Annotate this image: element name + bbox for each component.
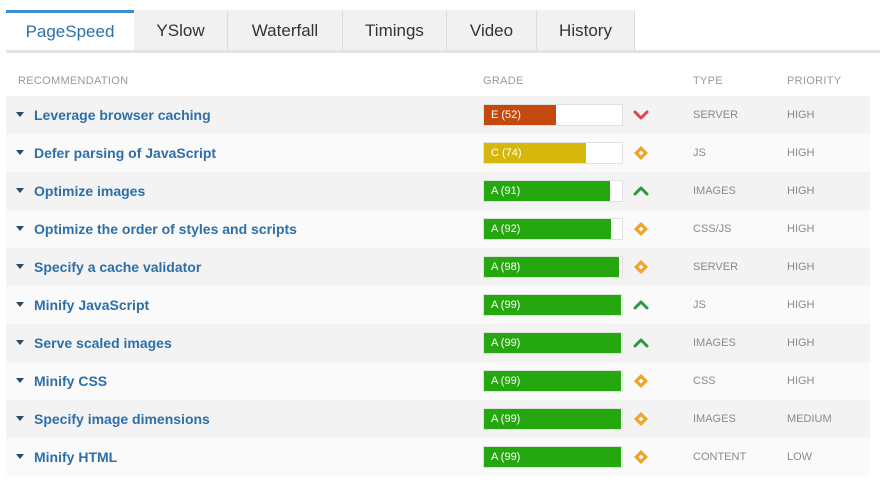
recommendation-link[interactable]: Optimize the order of styles and scripts: [34, 221, 297, 237]
tab-pagespeed[interactable]: PageSpeed: [6, 10, 134, 51]
diamond-icon: [633, 221, 649, 237]
type-label: CONTENT: [693, 451, 747, 463]
expand-caret-icon[interactable]: [16, 188, 24, 193]
table-row[interactable]: Serve scaled images A (99) IMAGES HIGH: [6, 324, 870, 362]
grade-bar-fill: E (52): [484, 105, 556, 125]
grade-bar: A (98): [483, 256, 623, 278]
expand-caret-icon[interactable]: [16, 150, 24, 155]
grade-bar-fill: A (98): [484, 257, 620, 277]
chevron-up-icon: [633, 183, 649, 199]
expand-caret-icon[interactable]: [16, 416, 24, 421]
grade-bar-fill: C (74): [484, 143, 587, 163]
grade-bar-fill: A (99): [484, 409, 621, 429]
chevron-up-icon: [633, 297, 649, 313]
column-header-type: TYPE: [693, 75, 723, 87]
priority-label: MEDIUM: [787, 413, 832, 425]
type-label: IMAGES: [693, 337, 736, 349]
type-label: JS: [693, 299, 706, 311]
recommendation-link[interactable]: Specify a cache validator: [34, 259, 201, 275]
type-label: IMAGES: [693, 413, 736, 425]
expand-caret-icon[interactable]: [16, 378, 24, 383]
type-label: SERVER: [693, 261, 739, 273]
column-header-recommendation: RECOMMENDATION: [18, 75, 129, 87]
table-row[interactable]: Defer parsing of JavaScript C (74) JS HIGH: [6, 134, 870, 172]
expand-caret-icon[interactable]: [16, 340, 24, 345]
table-header: RECOMMENDATION GRADE TYPE PRIORITY: [6, 71, 870, 93]
grade-bar: A (99): [483, 332, 623, 354]
grade-bar-fill: A (99): [484, 295, 621, 315]
expand-caret-icon[interactable]: [16, 454, 24, 459]
table-row[interactable]: Leverage browser caching E (52) SERVER HIGH: [6, 96, 870, 134]
tab-history[interactable]: History: [537, 10, 635, 51]
table-row[interactable]: Optimize images A (91) IMAGES HIGH: [6, 172, 870, 210]
priority-label: HIGH: [787, 337, 815, 349]
grade-bar: A (92): [483, 218, 623, 240]
table-row[interactable]: Minify CSS A (99) CSS HIGH: [6, 362, 870, 400]
expand-caret-icon[interactable]: [16, 226, 24, 231]
recommendation-link[interactable]: Minify CSS: [34, 373, 107, 389]
type-label: JS: [693, 147, 706, 159]
priority-label: LOW: [787, 451, 813, 463]
type-label: SERVER: [693, 109, 739, 121]
recommendation-link[interactable]: Optimize images: [34, 183, 145, 199]
recommendation-link[interactable]: Defer parsing of JavaScript: [34, 145, 216, 161]
chevron-up-icon: [633, 335, 649, 351]
recommendation-table: Leverage browser caching E (52) SERVER HIGH…: [6, 96, 870, 476]
expand-caret-icon[interactable]: [16, 302, 24, 307]
type-label: CSS/JS: [693, 223, 732, 235]
priority-label: HIGH: [787, 299, 815, 311]
grade-bar: A (99): [483, 446, 623, 468]
table-row[interactable]: Optimize the order of styles and scripts…: [6, 210, 870, 248]
expand-caret-icon[interactable]: [16, 264, 24, 269]
grade-bar: A (99): [483, 294, 623, 316]
priority-label: HIGH: [787, 185, 815, 197]
tab-underline: [6, 50, 880, 53]
recommendation-link[interactable]: Minify HTML: [34, 449, 117, 465]
grade-bar: A (91): [483, 180, 623, 202]
column-header-priority: PRIORITY: [787, 75, 842, 87]
table-row[interactable]: Minify JavaScript A (99) JS HIGH: [6, 286, 870, 324]
priority-label: HIGH: [787, 223, 815, 235]
grade-bar: A (99): [483, 408, 623, 430]
chevron-down-icon: [633, 107, 649, 123]
table-row[interactable]: Specify a cache validator A (98) SERVER HIG…: [6, 248, 870, 286]
diamond-icon: [633, 145, 649, 161]
tab-waterfall[interactable]: Waterfall: [228, 10, 343, 51]
column-header-grade: GRADE: [483, 75, 524, 87]
grade-bar: A (99): [483, 370, 623, 392]
recommendation-link[interactable]: Specify image dimensions: [34, 411, 210, 427]
recommendation-link[interactable]: Minify JavaScript: [34, 297, 149, 313]
diamond-icon: [633, 259, 649, 275]
tab-video[interactable]: Video: [447, 10, 537, 51]
grade-bar: C (74): [483, 142, 623, 164]
grade-bar-fill: A (92): [484, 219, 611, 239]
grade-bar-fill: A (99): [484, 333, 621, 353]
diamond-icon: [633, 411, 649, 427]
grade-bar: E (52): [483, 104, 623, 126]
recommendation-link[interactable]: Serve scaled images: [34, 335, 172, 351]
priority-label: HIGH: [787, 147, 815, 159]
type-label: IMAGES: [693, 185, 736, 197]
grade-bar-fill: A (91): [484, 181, 610, 201]
tab-timings[interactable]: Timings: [343, 10, 447, 51]
priority-label: HIGH: [787, 261, 815, 273]
diamond-icon: [633, 373, 649, 389]
diamond-icon: [633, 449, 649, 465]
expand-caret-icon[interactable]: [16, 112, 24, 117]
type-label: CSS: [693, 375, 716, 387]
grade-bar-fill: A (99): [484, 371, 621, 391]
table-row[interactable]: Minify HTML A (99) CONTENT LOW: [6, 438, 870, 476]
grade-bar-fill: A (99): [484, 447, 621, 467]
tab-yslow[interactable]: YSlow: [134, 10, 228, 51]
tab-bar: PageSpeed YSlow Waterfall Timings Video …: [6, 10, 635, 51]
table-row[interactable]: Specify image dimensions A (99) IMAGES MEDI…: [6, 400, 870, 438]
recommendation-link[interactable]: Leverage browser caching: [34, 107, 211, 123]
priority-label: HIGH: [787, 109, 815, 121]
priority-label: HIGH: [787, 375, 815, 387]
